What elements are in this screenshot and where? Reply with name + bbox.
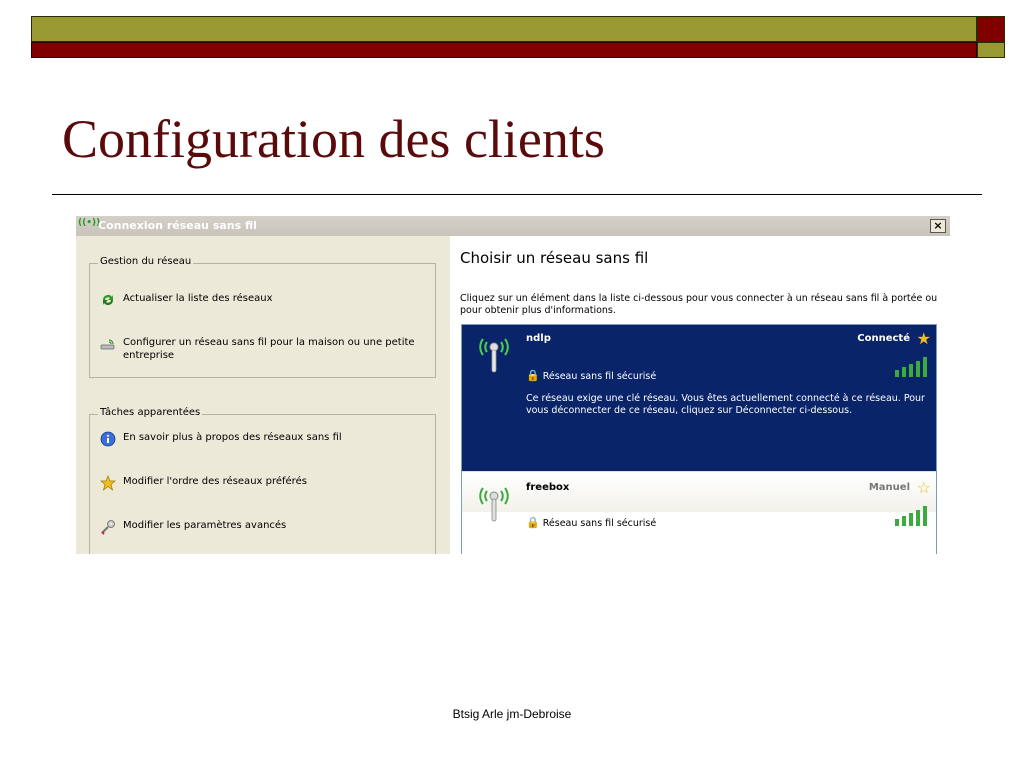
lock-icon: 🔒	[526, 369, 540, 382]
header-olive-bar	[31, 16, 977, 42]
network-pane-title: Choisir un réseau sans fil	[460, 249, 649, 267]
info-icon	[100, 431, 116, 447]
signal-strength-icon	[894, 506, 928, 526]
network-name: ndlp	[526, 333, 551, 344]
network-pane-description: Cliquez sur un élément dans la liste ci-…	[460, 293, 938, 316]
close-icon: ×	[933, 219, 943, 232]
network-status: Manuel	[868, 482, 910, 493]
network-name: freebox	[526, 482, 570, 493]
title-divider	[52, 194, 982, 195]
header-maroon-bar	[31, 42, 977, 58]
task-advanced-settings[interactable]: Modifier les paramètres avancés	[100, 519, 425, 535]
task-learn-more[interactable]: En savoir plus à propos des réseaux sans…	[100, 431, 425, 447]
signal-strength-icon	[894, 357, 928, 377]
lock-icon: 🔒	[526, 516, 540, 529]
wireless-setup-icon	[100, 336, 116, 352]
network-list: ndlp Connecté ★ 🔒 Réseau sans fil sécuri…	[461, 324, 937, 554]
related-tasks-legend: Tâches apparentées	[98, 407, 203, 418]
network-security: 🔒 Réseau sans fil sécurisé	[526, 516, 656, 529]
antenna-icon	[474, 331, 514, 375]
network-security-label: Réseau sans fil sécurisé	[542, 518, 657, 529]
network-status: Connecté	[857, 333, 910, 344]
preferred-star-icon: ☆	[916, 478, 931, 497]
wireless-icon: ((•))	[78, 218, 101, 228]
task-advanced-label: Modifier les paramètres avancés	[123, 520, 287, 531]
task-refresh-networks[interactable]: Actualiser la liste des réseaux	[100, 292, 425, 305]
slide-title: Configuration des clients	[62, 109, 605, 169]
network-tasks-group: Gestion du réseau Actualiser la liste de…	[89, 256, 436, 378]
antenna-icon	[474, 480, 514, 524]
network-item-freebox[interactable]: freebox Manuel ☆ 🔒 Réseau sans fil sécur…	[462, 471, 936, 554]
slide-footer: Btsig Arle jm-Debroise	[452, 707, 572, 721]
task-change-order-label: Modifier l'ordre des réseaux préférés	[123, 476, 307, 487]
task-setup-label: Configurer un réseau sans fil pour la ma…	[123, 337, 415, 361]
network-security: 🔒 Réseau sans fil sécurisé	[526, 369, 656, 382]
network-pane: Choisir un réseau sans fil Cliquez sur u…	[450, 236, 950, 554]
network-item-ndlp[interactable]: ndlp Connecté ★ 🔒 Réseau sans fil sécuri…	[462, 325, 936, 471]
window-titlebar[interactable]: ((•)) Connexion réseau sans fil ×	[76, 216, 950, 236]
refresh-icon	[100, 292, 116, 308]
settings-icon	[100, 519, 116, 535]
close-button[interactable]: ×	[930, 219, 946, 233]
task-pane: Gestion du réseau Actualiser la liste de…	[76, 236, 450, 554]
star-icon	[100, 475, 116, 491]
task-learn-more-label: En savoir plus à propos des réseaux sans…	[123, 432, 342, 443]
task-refresh-label: Actualiser la liste des réseaux	[123, 293, 273, 304]
network-info: Ce réseau exige une clé réseau. Vous ête…	[526, 393, 925, 416]
task-change-order[interactable]: Modifier l'ordre des réseaux préférés	[100, 475, 425, 491]
preferred-star-icon: ★	[916, 329, 931, 348]
wireless-connection-window: ((•)) Connexion réseau sans fil × Gestio…	[76, 216, 950, 554]
header-accent-square-bottom	[977, 42, 1005, 58]
related-tasks-group: Tâches apparentées En savoir plus à prop…	[89, 407, 436, 554]
header-accent-square-top	[977, 16, 1005, 42]
network-security-label: Réseau sans fil sécurisé	[542, 371, 657, 382]
task-setup-network[interactable]: Configurer un réseau sans fil pour la ma…	[100, 336, 425, 362]
window-title: Connexion réseau sans fil	[98, 219, 257, 232]
network-tasks-legend: Gestion du réseau	[98, 256, 194, 267]
